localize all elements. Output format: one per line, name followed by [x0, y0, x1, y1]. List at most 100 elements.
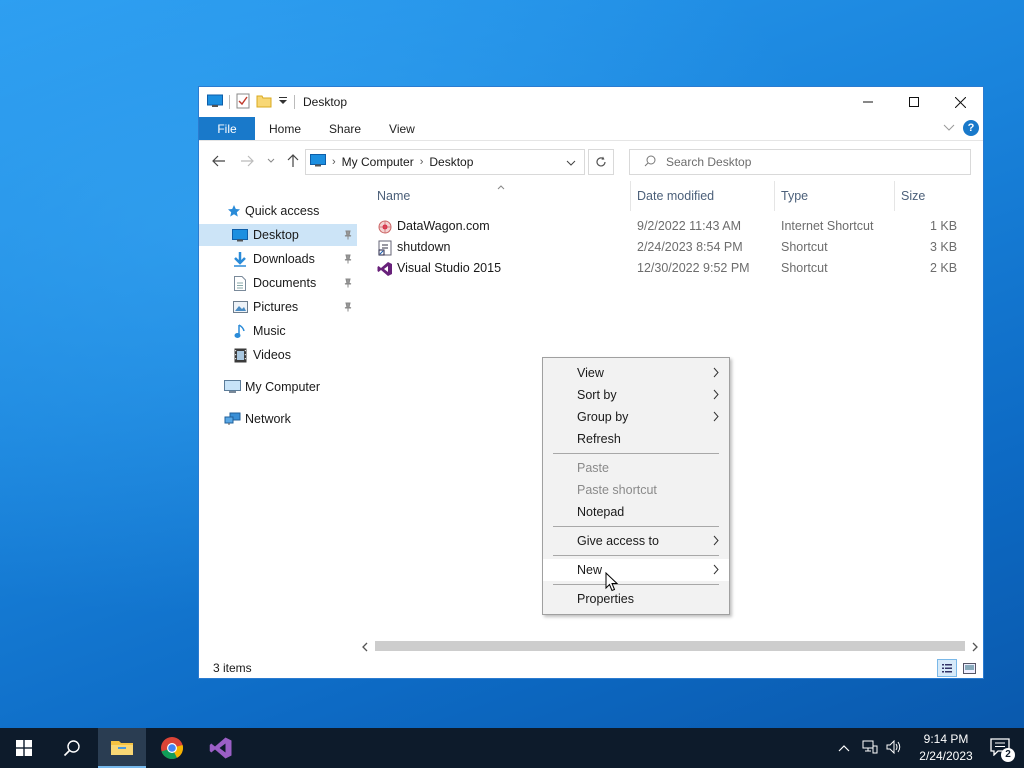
submenu-arrow-icon [713, 564, 719, 578]
quick-access-toolbar [207, 93, 295, 112]
address-dropdown-icon[interactable] [566, 156, 576, 170]
column-header-date-modified[interactable]: Date modified [637, 189, 714, 203]
window-controls [845, 87, 983, 117]
file-size: 1 KB [930, 219, 958, 233]
minimize-button[interactable] [845, 87, 891, 117]
menu-item-notepad[interactable]: Notepad [543, 501, 729, 523]
visual-studio-taskbar-button[interactable] [197, 728, 245, 768]
horizontal-scrollbar[interactable] [357, 637, 983, 655]
submenu-arrow-icon [713, 389, 719, 403]
new-folder-icon[interactable] [256, 94, 272, 111]
column-divider[interactable] [630, 181, 631, 211]
nav-item-label: Network [245, 412, 291, 426]
action-center-button[interactable]: 2 [976, 728, 1024, 768]
customize-toolbar-dropdown-icon[interactable] [278, 95, 288, 109]
search-input[interactable]: Search Desktop [629, 149, 971, 175]
menu-item-new[interactable]: New [543, 559, 729, 581]
menu-item-give-access-to[interactable]: Give access to [543, 530, 729, 552]
monitor-icon [310, 154, 326, 170]
breadcrumb-chevron-icon[interactable]: › [420, 156, 424, 168]
search-placeholder: Search Desktop [666, 155, 752, 169]
context-menu: View Sort by Group by Refresh Paste Past… [542, 357, 730, 615]
refresh-button[interactable] [588, 149, 614, 175]
desktop-icon [231, 227, 249, 243]
column-header-size[interactable]: Size [901, 189, 925, 203]
separator [229, 95, 230, 109]
tab-home[interactable]: Home [255, 117, 315, 140]
menu-item-view[interactable]: View [543, 362, 729, 384]
search-button[interactable] [48, 728, 96, 768]
menu-item-refresh[interactable]: Refresh [543, 428, 729, 450]
table-row[interactable]: DataWagon.com 9/2/2022 11:43 AM Internet… [371, 216, 983, 237]
nav-item-music[interactable]: Music [199, 320, 357, 342]
menu-item-sort-by[interactable]: Sort by [543, 384, 729, 406]
menu-item-label: Paste [577, 461, 609, 475]
pin-icon[interactable] [343, 277, 353, 291]
expand-ribbon-chevron-icon[interactable] [943, 121, 955, 135]
scroll-right-icon[interactable] [971, 641, 979, 655]
scroll-left-icon[interactable] [361, 641, 369, 655]
tab-file[interactable]: File [199, 117, 255, 140]
forward-button[interactable] [239, 153, 255, 169]
nav-item-quick-access[interactable]: Quick access [199, 200, 357, 222]
breadcrumb-my-computer[interactable]: My Computer [342, 155, 414, 169]
computer-icon [223, 379, 241, 395]
menu-item-paste[interactable]: Paste [543, 457, 729, 479]
monitor-icon[interactable] [207, 94, 223, 111]
clock[interactable]: 9:14 PM 2/24/2023 [914, 731, 978, 765]
breadcrumb-chevron-icon[interactable]: › [332, 156, 336, 168]
help-button[interactable]: ? [963, 120, 979, 136]
nav-item-label: Pictures [253, 300, 299, 314]
show-hidden-icons-chevron-icon[interactable] [838, 741, 850, 755]
tab-share[interactable]: Share [315, 117, 375, 140]
tab-view[interactable]: View [375, 117, 429, 140]
nav-item-network[interactable]: Network [199, 408, 357, 430]
back-button[interactable] [211, 153, 227, 169]
maximize-button[interactable] [891, 87, 937, 117]
ribbon-tabs: File Home Share View ? [199, 117, 983, 141]
column-divider[interactable] [774, 181, 775, 211]
pin-icon[interactable] [343, 229, 353, 243]
details-view-button[interactable] [937, 659, 957, 677]
file-explorer-taskbar-button[interactable] [98, 728, 146, 768]
volume-icon[interactable] [886, 739, 902, 757]
column-divider[interactable] [894, 181, 895, 211]
nav-item-label: Music [253, 324, 286, 338]
taskbar: 9:14 PM 2/24/2023 2 [0, 728, 1024, 768]
address-bar[interactable]: › My Computer › Desktop [305, 149, 585, 175]
column-header-type[interactable]: Type [781, 189, 808, 203]
breadcrumb-desktop[interactable]: Desktop [429, 155, 473, 169]
pin-icon[interactable] [343, 253, 353, 267]
menu-item-group-by[interactable]: Group by [543, 406, 729, 428]
star-icon [225, 203, 243, 219]
internet-shortcut-icon [377, 219, 393, 235]
submenu-arrow-icon [713, 411, 719, 425]
table-row[interactable]: Visual Studio 2015 12/30/2022 9:52 PM Sh… [371, 258, 983, 279]
pin-icon[interactable] [343, 301, 353, 315]
nav-item-pictures[interactable]: Pictures [199, 296, 357, 318]
properties-icon[interactable] [236, 93, 250, 112]
start-button[interactable] [0, 728, 48, 768]
table-row[interactable]: shutdown 2/24/2023 8:54 PM Shortcut 3 KB [371, 237, 983, 258]
menu-item-paste-shortcut[interactable]: Paste shortcut [543, 479, 729, 501]
nav-item-videos[interactable]: Videos [199, 344, 357, 366]
network-status-icon[interactable] [862, 740, 878, 757]
file-name: DataWagon.com [397, 219, 490, 233]
file-name: shutdown [397, 240, 451, 254]
nav-item-downloads[interactable]: Downloads [199, 248, 357, 270]
column-header-name[interactable]: Name [377, 189, 410, 203]
recent-locations-chevron-icon[interactable] [263, 153, 279, 169]
chrome-taskbar-button[interactable] [148, 728, 196, 768]
nav-item-desktop[interactable]: Desktop [199, 224, 357, 246]
submenu-arrow-icon [713, 535, 719, 549]
close-button[interactable] [937, 87, 983, 117]
nav-item-documents[interactable]: Documents [199, 272, 357, 294]
large-icons-view-button[interactable] [959, 659, 979, 677]
up-button[interactable] [285, 153, 301, 169]
menu-item-properties[interactable]: Properties [543, 588, 729, 610]
download-icon [231, 251, 249, 267]
scrollbar-thumb[interactable] [375, 641, 965, 651]
nav-item-label: Downloads [253, 252, 315, 266]
nav-item-my-computer[interactable]: My Computer [199, 376, 357, 398]
file-type: Shortcut [781, 240, 828, 254]
